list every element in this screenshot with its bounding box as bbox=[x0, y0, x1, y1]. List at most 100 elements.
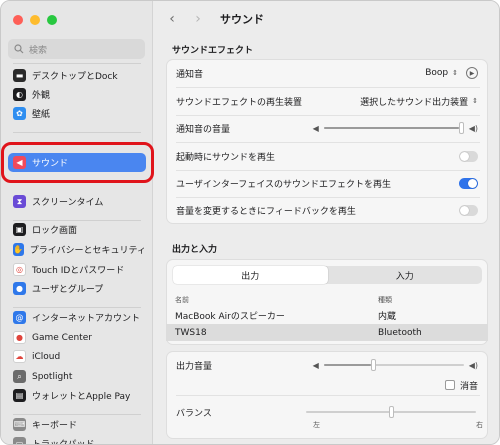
sidebar-item[interactable]: ✿ 壁紙 bbox=[8, 104, 146, 123]
ui-effects-label: ユーザインターフェイスのサウンドエフェクトを再生 bbox=[176, 179, 392, 190]
sidebar-item[interactable]: ⧗ スクリーンタイム bbox=[8, 192, 146, 211]
fingerprint-icon: ◎ bbox=[13, 263, 26, 276]
speaker-low-icon: ◀ bbox=[312, 123, 319, 133]
output-input-tabs: 出力 入力 bbox=[173, 266, 482, 284]
sidebar-item[interactable]: ⌨ キーボード bbox=[8, 415, 146, 434]
close-button[interactable] bbox=[13, 15, 23, 25]
sidebar-item[interactable]: ▣ ロック画面 bbox=[8, 220, 146, 239]
row-divider bbox=[176, 395, 480, 396]
sound-effects-card: 通知音 Boop ⇕ ▶ サウンドエフェクトの再生装置 選択したサウンド出力装置… bbox=[166, 59, 488, 224]
play-output-row: サウンドエフェクトの再生装置 選択したサウンド出力装置 ⇕ bbox=[167, 88, 487, 114]
balance-slider[interactable] bbox=[306, 406, 476, 418]
sidebar-item-label: ユーザとグループ bbox=[32, 285, 104, 295]
column-type[interactable]: 種類 bbox=[378, 295, 488, 305]
play-output-value: 選択したサウンド出力装置 bbox=[360, 97, 469, 108]
feedback-row: 音量を変更するときにフィードバックを再生 bbox=[167, 197, 487, 223]
startup-sound-label: 起動時にサウンドを再生 bbox=[176, 152, 276, 163]
window-controls bbox=[13, 15, 57, 25]
alert-volume-label: 通知音の音量 bbox=[176, 124, 231, 135]
output-volume-label: 出力音量 bbox=[176, 361, 213, 372]
sound-effects-heading: サウンドエフェクト bbox=[172, 46, 254, 56]
column-name[interactable]: 名前 bbox=[175, 295, 378, 305]
appearance-icon: ◐ bbox=[13, 88, 26, 101]
slider-knob[interactable] bbox=[458, 122, 464, 134]
output-volume-slider[interactable] bbox=[323, 359, 464, 371]
table-row[interactable]: TWS18 Bluetooth bbox=[166, 324, 488, 341]
sidebar-item[interactable]: ● ユーザとグループ bbox=[8, 279, 146, 298]
output-input-heading: 出力と入力 bbox=[172, 245, 218, 255]
sidebar-item-label: スクリーンタイム bbox=[32, 198, 104, 208]
alert-sound-value: Boop bbox=[425, 68, 449, 78]
tab-output[interactable]: 出力 bbox=[173, 266, 328, 284]
table-row[interactable]: MacBook Airのスピーカー 内蔵 bbox=[166, 307, 488, 324]
balance-left-label: 左 bbox=[313, 421, 320, 429]
table-header: 名前 種類 bbox=[166, 293, 488, 307]
alert-volume-slider[interactable] bbox=[323, 122, 464, 134]
slider-knob[interactable] bbox=[370, 359, 376, 371]
output-volume-control: ◀ ◀) bbox=[313, 359, 478, 371]
sidebar-item[interactable]: ◎ Touch IDとパスワード bbox=[8, 260, 146, 279]
sidebar-item-label: プライバシーとセキュリティ bbox=[29, 246, 146, 256]
tab-input[interactable]: 入力 bbox=[328, 266, 483, 284]
speaker-high-icon: ◀) bbox=[468, 123, 478, 133]
game-center-icon: ● bbox=[13, 331, 26, 344]
mute-label: 消音 bbox=[459, 381, 478, 392]
device-name: MacBook Airのスピーカー bbox=[175, 312, 285, 322]
play-output-label: サウンドエフェクトの再生装置 bbox=[176, 97, 303, 108]
sidebar-item-label: Game Center bbox=[32, 332, 92, 343]
sidebar-item[interactable]: ▬ デスクトップとDock bbox=[8, 66, 146, 85]
mute-control[interactable]: 消音 bbox=[444, 379, 478, 392]
highlight-annotation bbox=[1, 142, 154, 183]
minimize-button[interactable] bbox=[30, 15, 40, 25]
sidebar-item[interactable]: ◐ 外観 bbox=[8, 85, 146, 104]
output-volume-card: 出力音量 ◀ ◀) 消音 バランス 左 右 bbox=[166, 351, 488, 439]
speaker-low-icon: ◀ bbox=[312, 360, 319, 370]
trackpad-icon: ▭ bbox=[13, 437, 26, 444]
hand-icon: ✋ bbox=[13, 243, 24, 256]
at-icon: @ bbox=[13, 311, 26, 324]
sidebar-item[interactable]: ✋ プライバシーとセキュリティ bbox=[8, 240, 146, 259]
sidebar-item[interactable]: ● Game Center bbox=[8, 328, 146, 347]
sidebar-item-label: Spotlight bbox=[32, 371, 73, 382]
sidebar-item[interactable]: ▤ ウォレットとApple Pay bbox=[8, 386, 146, 405]
feedback-label: 音量を変更するときにフィードバックを再生 bbox=[176, 206, 356, 217]
wallet-icon: ▤ bbox=[13, 389, 26, 402]
sidebar-item[interactable]: ⌕ Spotlight bbox=[8, 367, 146, 386]
device-name: TWS18 bbox=[175, 327, 207, 338]
slider-knob[interactable] bbox=[389, 406, 394, 418]
page-title: サウンド bbox=[220, 13, 264, 26]
alert-volume-control: ◀ ◀) bbox=[313, 122, 478, 134]
sidebar-item[interactable]: ▭ トラックパッド bbox=[8, 434, 146, 444]
alert-sound-row: 通知音 Boop ⇕ ▶ bbox=[167, 60, 487, 86]
play-icon[interactable]: ▶ bbox=[466, 67, 478, 79]
zoom-button[interactable] bbox=[47, 15, 57, 25]
search-placeholder: 検索 bbox=[29, 45, 48, 56]
forward-button[interactable]: › bbox=[192, 11, 204, 27]
keyboard-icon: ⌨ bbox=[13, 418, 26, 431]
mute-checkbox[interactable] bbox=[444, 380, 455, 390]
slider-fill bbox=[323, 364, 371, 366]
balance-label: バランス bbox=[176, 408, 212, 419]
ui-effects-toggle[interactable] bbox=[459, 177, 478, 189]
back-button[interactable]: ‹ bbox=[166, 11, 178, 27]
speaker-high-icon: ◀) bbox=[468, 360, 478, 370]
chevron-updown-icon: ⇕ bbox=[452, 69, 458, 77]
sidebar-item-label: iCloud bbox=[32, 351, 61, 362]
users-icon: ● bbox=[13, 282, 26, 295]
alert-sound-popup[interactable]: Boop ⇕ ▶ bbox=[425, 67, 478, 79]
lock-icon: ▣ bbox=[13, 223, 26, 236]
device-type: 内蔵 bbox=[378, 312, 397, 322]
dock-icon: ▬ bbox=[13, 69, 26, 82]
device-type: Bluetooth bbox=[378, 327, 422, 338]
search-field[interactable]: 検索 bbox=[8, 39, 145, 59]
sidebar-item[interactable]: @ インターネットアカウント bbox=[8, 308, 146, 327]
startup-sound-row: 起動時にサウンドを再生 bbox=[167, 143, 487, 169]
sidebar: 検索 ▬ デスクトップとDock ◐ 外観 ✿ 壁紙 ◀ サウンド ⧗ スクリーンタイム ▣ ロック画… bbox=[1, 1, 154, 444]
feedback-toggle[interactable] bbox=[459, 204, 478, 216]
balance-right-label: 右 bbox=[476, 421, 483, 429]
play-output-popup[interactable]: 選択したサウンド出力装置 ⇕ bbox=[360, 95, 478, 108]
sidebar-item-label: 壁紙 bbox=[32, 110, 51, 120]
wallpaper-icon: ✿ bbox=[13, 107, 26, 120]
sidebar-item[interactable]: ☁ iCloud bbox=[8, 347, 146, 366]
startup-sound-toggle[interactable] bbox=[459, 150, 478, 162]
